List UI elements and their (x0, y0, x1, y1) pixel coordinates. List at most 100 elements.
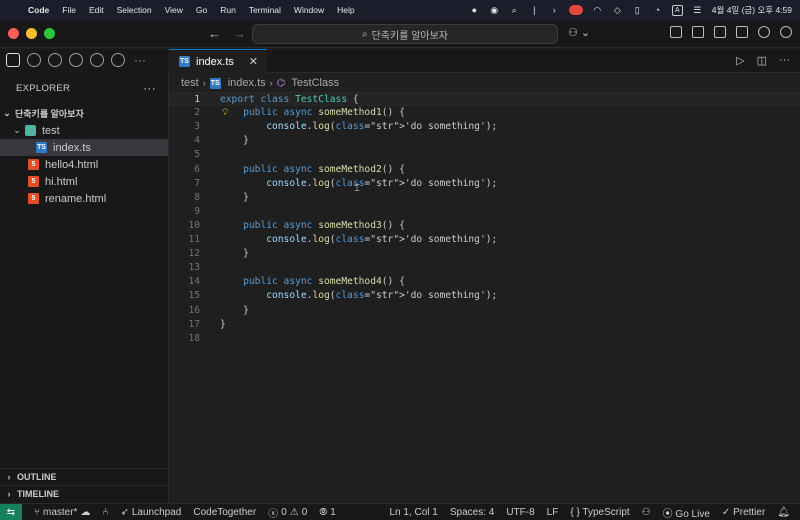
forward-arrow-icon[interactable]: → (233, 26, 246, 41)
encoding[interactable]: UTF-8 (506, 507, 534, 518)
code-line[interactable]: 14 public async someMethod4() { (169, 275, 800, 289)
breadcrumb-symbol[interactable]: TestClass (291, 77, 339, 89)
code-text[interactable]: console.log(class="str">'do something'); (220, 233, 497, 247)
menubar-clock[interactable]: 4월 4일 (금) 오후 4:59 (712, 4, 792, 16)
back-arrow-icon[interactable]: ← (208, 26, 221, 41)
cursor-position[interactable]: Ln 1, Col 1 (389, 507, 437, 518)
code-line[interactable]: 2 public async someMethod1() {💡︎ (169, 106, 800, 120)
minimize-window-button[interactable] (26, 28, 37, 39)
code-text[interactable]: public async someMethod4() { (220, 275, 405, 289)
menu-run[interactable]: Run (220, 5, 236, 15)
git-graph-icon[interactable]: ⑃ (102, 507, 108, 518)
code-line[interactable]: 11 console.log(class="str">'do something… (169, 233, 800, 247)
go-live-item[interactable]: ⦿ Go Live (663, 505, 710, 520)
layers-icon[interactable]: ◇ (612, 5, 623, 16)
code-text[interactable]: public async someMethod3() { (220, 219, 405, 233)
menu-terminal[interactable]: Terminal (249, 5, 281, 15)
notification-badge-icon[interactable] (568, 5, 583, 15)
close-icon[interactable]: ✕ (249, 55, 258, 68)
remote-explorer-icon[interactable] (111, 53, 125, 67)
code-text[interactable]: } (220, 247, 249, 261)
code-line[interactable]: 4 } (169, 134, 800, 148)
tree-file-hello4-html[interactable]: 5 hello4.html (0, 156, 168, 173)
menu-help[interactable]: Help (337, 5, 354, 15)
arrow-icon[interactable]: › (549, 5, 560, 16)
code-text[interactable]: } (220, 304, 249, 318)
code-text[interactable]: console.log(class="str">'do something'); (220, 120, 497, 134)
copilot-icon[interactable]: ⚇ ⌄ (568, 26, 590, 39)
menu-edit[interactable]: Edit (89, 5, 104, 15)
timeline-section[interactable]: › TIMELINE (0, 485, 169, 502)
more-views-icon[interactable]: ··· (134, 53, 146, 67)
maximize-window-button[interactable] (44, 28, 55, 39)
close-window-button[interactable] (8, 28, 19, 39)
tree-folder-test[interactable]: ⌄ test (0, 122, 168, 139)
code-line[interactable]: 15 console.log(class="str">'do something… (169, 289, 800, 303)
search-icon[interactable]: ⌕ (509, 5, 520, 16)
split-editor-icon[interactable]: ◫ (757, 54, 767, 67)
code-line[interactable]: 3 console.log(class="str">'do something'… (169, 120, 800, 134)
remote-indicator-icon[interactable]: ⇆ (0, 503, 22, 520)
control-center-icon[interactable]: ☰ (692, 5, 703, 16)
tree-file-hi-html[interactable]: 5 hi.html (0, 173, 168, 190)
record-icon[interactable]: ● (469, 5, 480, 16)
outline-section[interactable]: › OUTLINE (0, 468, 169, 485)
code-line[interactable]: 18 (169, 332, 800, 346)
menu-app-name[interactable]: Code (28, 5, 49, 15)
menu-view[interactable]: View (165, 5, 183, 15)
code-line[interactable]: 6 public async someMethod2() { (169, 163, 800, 177)
codetogether-item[interactable]: CodeTogether (193, 507, 256, 518)
breadcrumb-folder[interactable]: test (181, 77, 199, 89)
end-of-line[interactable]: LF (547, 507, 559, 518)
menu-file[interactable]: File (62, 5, 76, 15)
menu-window[interactable]: Window (294, 5, 324, 15)
workspace-root[interactable]: ⌄ 단축키를 알아보자 (0, 105, 168, 122)
code-line[interactable]: 17} (169, 318, 800, 332)
run-icon[interactable]: ▷ (736, 54, 744, 67)
lightbulb-icon[interactable]: 💡︎ (222, 106, 228, 120)
code-line[interactable]: 9 (169, 205, 800, 219)
tree-file-index-ts[interactable]: TS index.ts (0, 139, 168, 156)
tab-index-ts[interactable]: TS index.ts ✕ (169, 49, 267, 73)
account-icon[interactable] (758, 26, 770, 38)
code-line[interactable]: 13 (169, 261, 800, 275)
input-source-icon[interactable]: A (671, 4, 683, 16)
toggle-secondary-sidebar-icon[interactable] (736, 26, 748, 38)
code-line[interactable]: 1 export class TestClass { (169, 92, 800, 106)
menu-selection[interactable]: Selection (117, 5, 152, 15)
toggle-panel-icon[interactable] (714, 26, 726, 38)
wifi-icon[interactable]: ◔ (652, 5, 663, 16)
code-text[interactable]: } (220, 134, 249, 148)
code-text[interactable]: } (220, 318, 226, 332)
toggle-sidebar-icon[interactable] (692, 26, 704, 38)
github-icon[interactable] (69, 53, 83, 67)
indentation[interactable]: Spaces: 4 (450, 507, 494, 518)
code-text[interactable]: public async someMethod1() { (220, 106, 405, 120)
code-text[interactable]: console.log(class="str">'do something'); (220, 289, 497, 303)
more-actions-icon[interactable]: ··· (779, 54, 790, 67)
code-text[interactable]: } (220, 191, 249, 205)
code-line[interactable]: 5 (169, 148, 800, 162)
explorer-files-icon[interactable] (6, 53, 20, 67)
bookmark-icon[interactable]: ▯ (632, 5, 643, 16)
command-center-search[interactable]: ⌕ 단축키를 알아보자 (252, 24, 558, 44)
breadcrumb-file[interactable]: index.ts (228, 77, 266, 89)
copilot-status-icon[interactable]: ⚇ (642, 507, 651, 518)
explorer-more-icon[interactable]: ··· (143, 81, 156, 95)
launchpad-item[interactable]: ➶ Launchpad (120, 507, 181, 518)
code-editor[interactable]: 1 export class TestClass {2 public async … (169, 92, 800, 503)
language-mode[interactable]: { } TypeScript (570, 507, 629, 518)
ports-item[interactable]: ⦾ 1 (319, 507, 336, 518)
code-line[interactable]: 8 } (169, 191, 800, 205)
code-line[interactable]: 12 } (169, 247, 800, 261)
prettier-item[interactable]: ✓ Prettier (722, 507, 765, 518)
code-text[interactable]: export class TestClass { (220, 93, 359, 107)
code-line[interactable]: 10 public async someMethod3() { (169, 219, 800, 233)
user-circle-icon[interactable]: ◉ (489, 5, 500, 16)
source-control-icon[interactable] (27, 53, 41, 67)
settings-gear-icon[interactable] (780, 26, 792, 38)
headphones-icon[interactable]: ◠ (592, 5, 603, 16)
customize-layout-icon[interactable] (670, 26, 682, 38)
branch-item[interactable]: ⑂ master* ☁ (34, 507, 90, 518)
extensions-gear-icon[interactable] (90, 53, 104, 67)
